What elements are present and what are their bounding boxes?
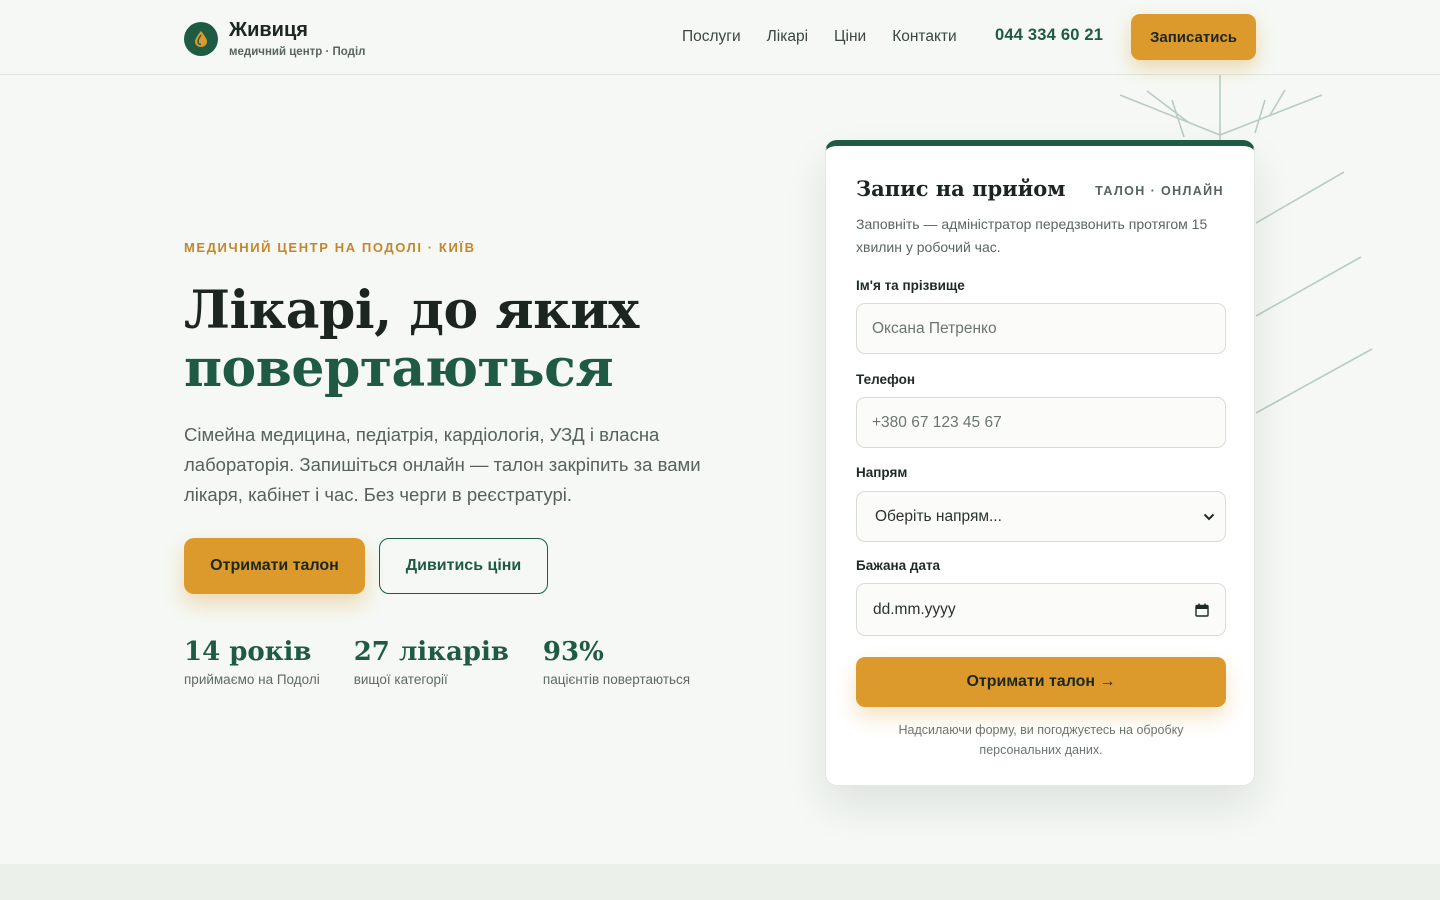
view-prices-button[interactable]: Дивитись ціни (379, 538, 548, 594)
direction-select[interactable]: Оберіть напрям... (856, 491, 1226, 542)
direction-selected-value: Оберіть напрям... (875, 507, 1002, 525)
calendar-icon[interactable] (1195, 603, 1209, 617)
next-section-band (0, 864, 1440, 900)
stat-doctors: 27 лікарів вищої категорії (354, 636, 509, 687)
consent-note: Надсилаючи форму, ви погоджуєтесь на обр… (898, 723, 1184, 757)
phone-link[interactable]: 044 334 60 21 (995, 26, 1103, 45)
form-description: Заповніть — адміністратор передзвонить п… (856, 216, 1208, 255)
nav-link-doctors[interactable]: Лікарі (767, 27, 808, 47)
hero-stats: 14 років приймаємо на Подолі 27 лікарів … (184, 636, 724, 687)
date-label: Бажана дата (856, 558, 941, 573)
drop-icon (184, 21, 218, 56)
form-tag: ТАЛОН · ОНЛАЙН (1095, 184, 1224, 198)
direction-label: Напрям (856, 465, 908, 480)
date-input[interactable]: dd.mm.yyyy (856, 583, 1226, 636)
main-nav: Послуги Лікарі Ціни Контакти (682, 27, 983, 47)
nav-link-contacts[interactable]: Контакти (892, 27, 956, 47)
phone-label: Телефон (856, 372, 916, 387)
stat-value: 14 років (184, 637, 312, 667)
date-placeholder: dd.mm.yyyy (873, 600, 956, 618)
name-label: Ім'я та прізвище (856, 278, 965, 293)
phone-input[interactable]: +380 67 123 45 67 (856, 397, 1226, 448)
hero-title-line1: Лікарі, до яких (184, 280, 639, 341)
hero-title: Лікарі, до яких повертаються (184, 282, 639, 398)
nav-link-services[interactable]: Послуги (682, 27, 741, 47)
hero-eyebrow: МЕДИЧНИЙ ЦЕНТР НА ПОДОЛІ · КИЇВ (184, 240, 476, 255)
stat-value: 93% (542, 637, 604, 667)
signup-button[interactable]: Записатись (1131, 14, 1256, 60)
nav-link-prices[interactable]: Ціни (834, 27, 866, 47)
stat-years: 14 років приймаємо на Подолі (184, 636, 320, 687)
stat-label: приймаємо на Подолі (184, 672, 320, 687)
form-title: Запис на прийом (856, 176, 1066, 201)
brand-logo[interactable]: Живиця медичний центр · Поділ (184, 19, 365, 58)
name-input[interactable]: Оксана Петренко (856, 303, 1226, 354)
brand-subtitle: медичний центр · Поділ (229, 46, 366, 58)
stat-return-rate: 93% пацієнтів повертаються (543, 636, 690, 687)
hero-title-line2: повертаються (184, 338, 614, 399)
phone-placeholder: +380 67 123 45 67 (872, 413, 1002, 431)
get-ticket-button[interactable]: Отримати талон (184, 538, 365, 594)
stat-label: вищої категорії (353, 672, 448, 687)
stat-label: пацієнтів повертаються (542, 672, 691, 687)
name-placeholder: Оксана Петренко (872, 319, 997, 337)
chevron-down-icon (1203, 513, 1215, 520)
submit-ticket-button[interactable]: Отримати талон → (856, 657, 1226, 707)
brand-name: Живиця (229, 19, 308, 41)
site-header: Живиця медичний центр · Поділ Послуги Лі… (0, 0, 1440, 75)
appointment-form-card: Запис на прийом ТАЛОН · ОНЛАЙН Заповніть… (825, 140, 1255, 786)
hero-lead: Сімейна медицина, педіатрія, кардіологія… (184, 424, 701, 505)
stat-value: 27 лікарів (353, 637, 509, 667)
